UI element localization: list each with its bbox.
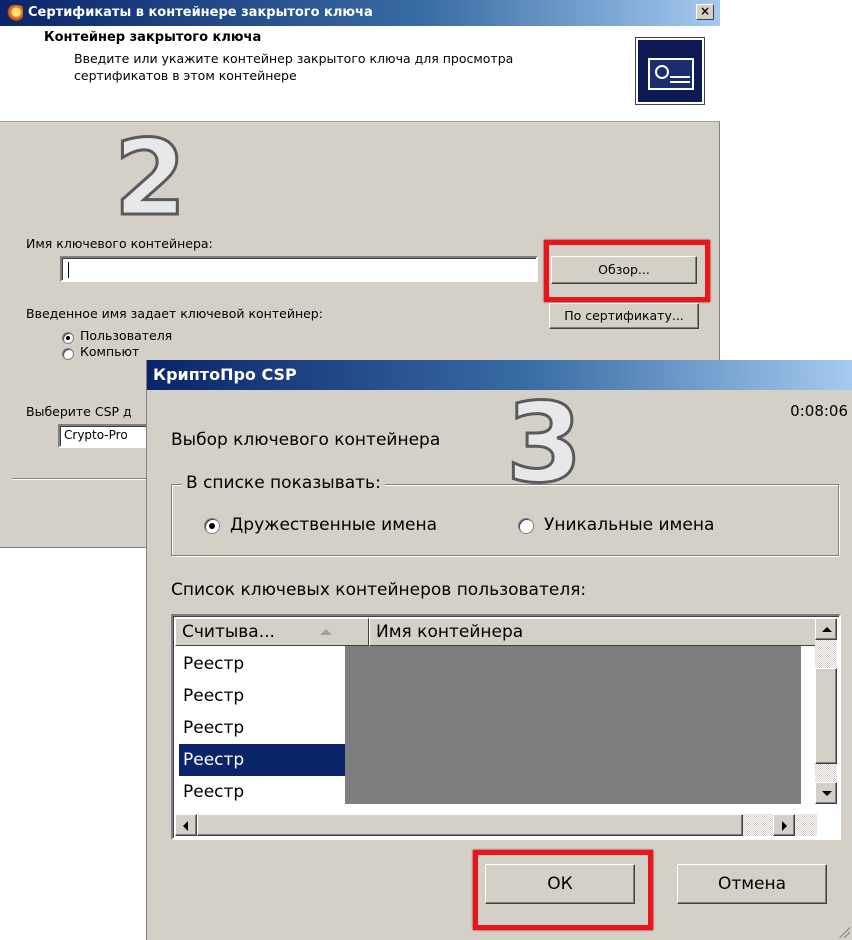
- scroll-right-button[interactable]: [773, 814, 795, 836]
- radio-computer-label: Компьют: [80, 344, 140, 359]
- vertical-scroll-thumb[interactable]: [815, 668, 837, 764]
- list-item[interactable]: Реестр: [179, 648, 349, 680]
- scroll-up-button[interactable]: [815, 618, 837, 640]
- scroll-left-button[interactable]: [175, 814, 197, 836]
- display-options-group: В списке показывать: Дружественные имена…: [171, 473, 839, 556]
- radio-friendly-names-label: Дружественные имена: [230, 515, 438, 535]
- display-options-legend: В списке показывать:: [182, 473, 385, 493]
- resize-grip-icon[interactable]: [836, 924, 850, 938]
- arrow-left-icon: [183, 821, 188, 831]
- column-header-reader[interactable]: Считыва...: [175, 618, 369, 646]
- cryptopro-dialog: КриптоПро CSP 0:08:06 Выбор ключевого ко…: [146, 360, 852, 940]
- countdown-timer: 0:08:06: [790, 402, 848, 420]
- radio-user[interactable]: [62, 332, 74, 344]
- arrow-down-icon: [822, 791, 832, 796]
- radio-user-label: Пользователя: [80, 328, 173, 343]
- certificates-dialog-title: Сертификаты в контейнере закрытого ключа: [28, 5, 373, 20]
- cryptopro-app-icon: [6, 5, 23, 21]
- container-name-label: Имя ключевого контейнера:: [26, 236, 213, 251]
- wizard-header: Контейнер закрытого ключа Введите или ук…: [0, 26, 720, 122]
- csp-label: Выберите CSP д: [26, 404, 132, 419]
- close-button[interactable]: ×: [696, 4, 714, 20]
- container-list[interactable]: Считыва... Имя контейнера Реестр Реестр …: [171, 614, 841, 840]
- vertical-scrollbar[interactable]: [815, 618, 837, 804]
- csp-select-value: Crypto-Pro: [64, 428, 128, 442]
- arrow-right-icon: [782, 821, 787, 831]
- list-item-selected-label: Реестр: [183, 750, 245, 770]
- highlight-frame-ok: [473, 850, 653, 930]
- horizontal-scrollbar[interactable]: [175, 814, 817, 836]
- redacted-container-names: [345, 646, 801, 804]
- column-header-reader-label: Считыва...: [182, 622, 275, 642]
- cancel-button[interactable]: Отмена: [677, 864, 827, 904]
- step-number-2: 2: [112, 117, 187, 239]
- list-item[interactable]: Реестр: [179, 680, 349, 712]
- header-title: Контейнер закрытого ключа: [44, 30, 262, 45]
- by-certificate-button[interactable]: По сертификату...: [549, 303, 699, 329]
- radio-unique-names-label: Уникальные имена: [544, 515, 715, 535]
- radio-friendly-names[interactable]: [204, 518, 220, 534]
- header-description: Введите или укажите контейнер закрытого …: [74, 51, 514, 83]
- list-item[interactable]: Реестр: [179, 712, 349, 744]
- radio-computer[interactable]: [62, 348, 74, 360]
- horizontal-scroll-thumb[interactable]: [197, 814, 743, 836]
- step-number-3: 3: [505, 379, 585, 507]
- certificates-dialog-titlebar[interactable]: Сертификаты в контейнере закрытого ключа…: [0, 0, 720, 26]
- text-caret: [68, 262, 69, 278]
- select-container-heading: Выбор ключевого контейнера: [171, 430, 441, 450]
- container-name-input[interactable]: [60, 256, 538, 282]
- container-list-label: Список ключевых контейнеров пользователя…: [171, 580, 587, 600]
- cryptopro-dialog-titlebar[interactable]: КриптоПро CSP: [147, 360, 852, 390]
- arrow-up-icon: [822, 627, 832, 632]
- radio-unique-names[interactable]: [518, 518, 534, 534]
- scroll-down-button[interactable]: [815, 782, 837, 804]
- sort-ascending-icon: [320, 629, 332, 635]
- scope-label: Введенное имя задает ключевой контейнер:: [26, 306, 323, 321]
- highlight-frame-browse: [544, 240, 710, 302]
- list-item[interactable]: Реестр: [179, 776, 349, 808]
- column-header-container-name[interactable]: Имя контейнера: [369, 618, 817, 646]
- csp-select[interactable]: Crypto-Pro: [58, 424, 158, 448]
- certificate-icon: [635, 37, 705, 105]
